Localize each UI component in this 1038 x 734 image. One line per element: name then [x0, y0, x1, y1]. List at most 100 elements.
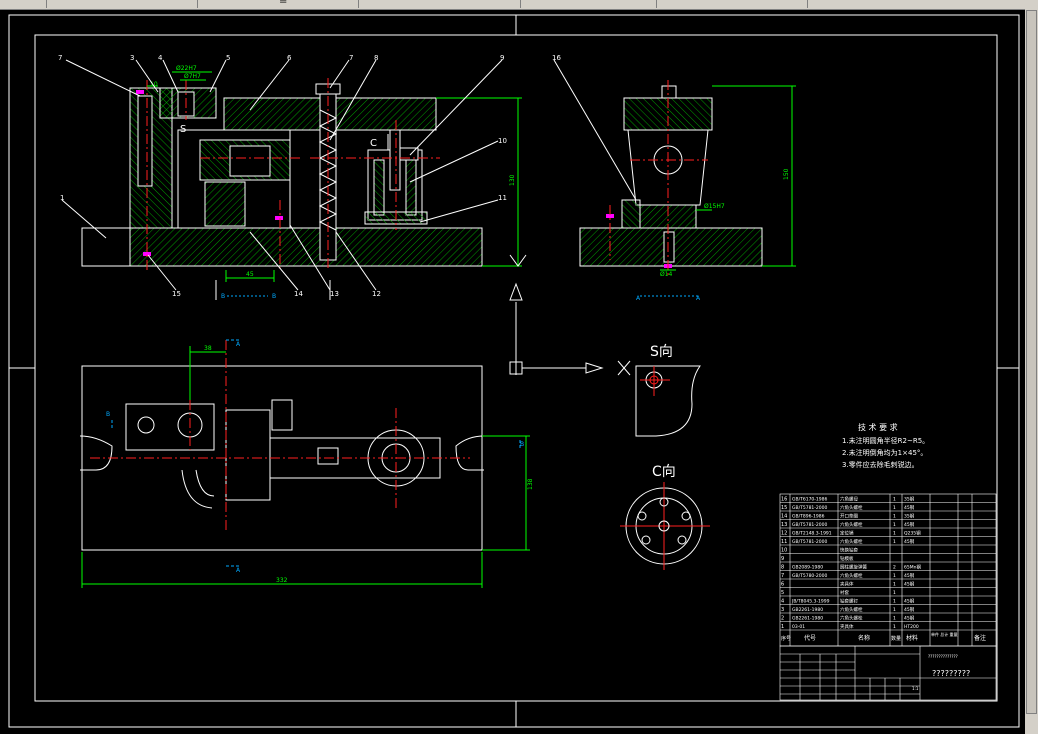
parts-row-no: 13: [781, 522, 787, 528]
svg-text:代号: 代号: [804, 634, 816, 642]
parts-row-code: GB/T5781-2000: [792, 539, 828, 545]
parts-row-no: 11: [781, 539, 787, 545]
parts-row-material: 45钢: [904, 538, 915, 545]
callout-12: 12: [372, 290, 381, 298]
parts-row-code: GB/T2148.3-1991: [792, 531, 832, 537]
callout-6: 6: [287, 54, 292, 62]
parts-row-no: 4: [781, 599, 784, 605]
toolbar-tab[interactable]: [521, 0, 657, 8]
parts-row-no: 7: [781, 573, 784, 579]
parts-row-code: JB/T8045.3-1999: [791, 599, 830, 605]
callout-11: 11: [498, 194, 507, 202]
section-b-label-left: B: [106, 411, 110, 418]
parts-row-name: 定位销: [840, 530, 854, 537]
section-a-label-top: A: [236, 341, 241, 348]
parts-row-no: 2: [781, 616, 784, 622]
toolbar-tab[interactable]: [47, 0, 198, 8]
scroll-marker[interactable]: =: [279, 0, 287, 7]
toolbar-tab[interactable]: [657, 0, 808, 8]
callout-9: 9: [500, 54, 504, 62]
parts-row-material: 45钢: [904, 615, 915, 622]
callout-3: 3: [130, 54, 134, 62]
parts-row-material: 45钢: [904, 581, 915, 588]
tech-req-item-3: 3.零件应去除毛刺锐边。: [842, 460, 919, 469]
parts-row-material: HT200: [904, 624, 919, 630]
parts-row-name: 六角头螺栓: [840, 606, 863, 613]
parts-row-no: 9: [781, 556, 784, 562]
parts-row-name: 衬套: [840, 589, 849, 596]
parts-row-material: 45钢: [904, 598, 915, 605]
parts-row-qty: 1: [893, 599, 896, 605]
parts-row-no: 3: [781, 607, 784, 613]
parts-row-no: 14: [781, 514, 787, 520]
parts-row-name: 六角头螺栓: [840, 504, 863, 511]
parts-row-material: 35钢: [904, 496, 915, 503]
c-view-drawing: [620, 482, 710, 570]
section-mark-b-right: B: [272, 293, 276, 300]
parts-row-name: 快换钻套: [840, 547, 858, 554]
parts-row-code: GB2261-1980: [792, 616, 823, 622]
dim-dia22: Ø22H7: [176, 65, 197, 72]
section-b-label-right: B: [520, 441, 524, 448]
dim-38: 38: [204, 345, 212, 352]
parts-row-no: 1: [781, 624, 784, 630]
svg-text:名称: 名称: [858, 634, 870, 642]
parts-row-qty: 1: [893, 573, 896, 579]
parts-row-qty: 1: [893, 616, 896, 622]
parts-row-no: 12: [781, 531, 787, 537]
side-section-view: [579, 80, 796, 297]
parts-row-code: GB/T6170-1986: [792, 497, 828, 503]
parts-row-qty: 1: [893, 539, 896, 545]
toolbar-tab[interactable]: [420, 0, 521, 8]
scrollbar-thumb[interactable]: [1026, 10, 1037, 714]
parts-list-header: 序号 代号 名称 数量 材料 单件 总计 重量 备注: [781, 631, 986, 642]
vertical-scrollbar[interactable]: [1025, 9, 1038, 734]
parts-row-qty: 1: [893, 624, 896, 630]
parts-row-qty: 1: [893, 607, 896, 613]
callout-13: 13: [330, 290, 339, 298]
parts-row-code: GB/T5781-2000: [792, 522, 828, 528]
svg-text:数量: 数量: [891, 635, 901, 642]
parts-row-qty: 1: [893, 505, 896, 511]
callout-10: 10: [498, 137, 507, 145]
parts-row-name: 六角头螺栓: [840, 572, 863, 579]
parts-row-material: 45钢: [904, 606, 915, 613]
tech-req-title: 技 术 要 求: [858, 422, 898, 432]
callout-16: 16: [552, 54, 561, 62]
tech-req-item-1: 1.未注明圆角半径R2~R5。: [842, 436, 929, 445]
parts-row-no: 5: [781, 590, 784, 596]
parts-row-qty: 1: [893, 582, 896, 588]
view-mark-c: C: [370, 138, 377, 149]
dim-332: 332: [276, 577, 288, 584]
dim-dia7: Ø7H7: [184, 73, 201, 80]
parts-row-name: 六角头螺栓: [840, 521, 863, 528]
parts-row-code: GB/T5780-2000: [792, 573, 828, 579]
callout-7: 7: [349, 54, 353, 62]
c-view-title: C向: [652, 464, 676, 480]
parts-row-material: Q235钢: [904, 530, 921, 537]
parts-row-code: GB2261-1980: [792, 607, 823, 613]
parts-row-name: 开口垫圈: [840, 513, 858, 520]
parts-row-no: 10: [781, 548, 787, 554]
parts-row-qty: 1: [893, 590, 896, 596]
parts-row-code: GB/T896-1986: [792, 514, 825, 520]
cad-drawing-canvas[interactable]: 10 Ø22H7 Ø7H7 130 45 S C B B 7 3 4 5 6 7…: [0, 9, 1025, 734]
dim-dia15: Ø15H7: [704, 203, 725, 210]
parts-row-code: 03-01: [792, 624, 805, 630]
tech-req-item-2: 2.未注明倒角均为1×45°。: [842, 448, 927, 457]
svg-text:材料: 材料: [906, 634, 918, 642]
parts-row-code: GB/T5781-2000: [792, 505, 828, 511]
parts-row-no: 6: [781, 582, 784, 588]
dim-45: 45: [246, 271, 254, 278]
callout-7-left: 7: [58, 54, 62, 62]
s-view-title: S向: [650, 344, 673, 360]
parts-row-no: 15: [781, 505, 787, 511]
dim-dia14: Ø14: [660, 271, 673, 278]
callout-14: 14: [294, 290, 303, 298]
toolbar-tab[interactable]: [0, 0, 47, 8]
parts-row-no: 8: [781, 565, 784, 571]
parts-row-material: 35钢: [904, 513, 915, 520]
parts-row-name: 钻模板: [840, 555, 854, 562]
callout-8: 8: [374, 54, 378, 62]
parts-row-material: 45钢: [904, 521, 915, 528]
